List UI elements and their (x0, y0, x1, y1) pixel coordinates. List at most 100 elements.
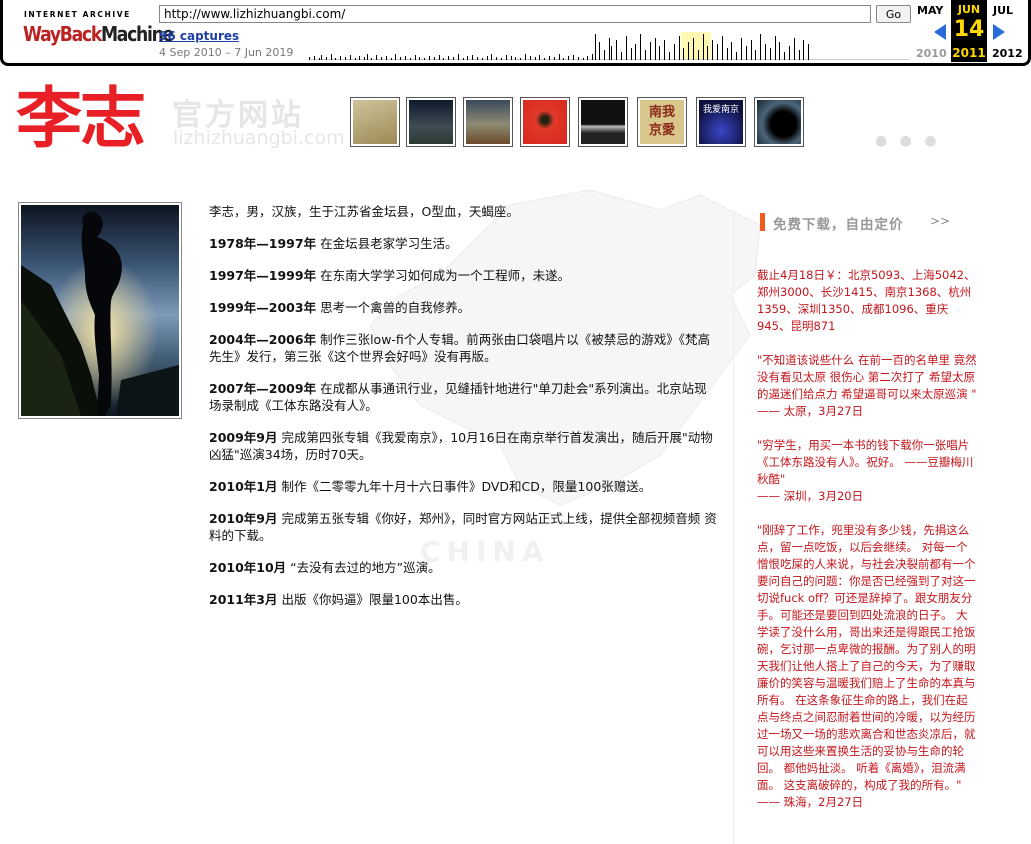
sparkline-bar (395, 54, 397, 60)
sparkline-bar (443, 58, 445, 60)
bio-entry: 2010年1月 制作《二零零九年十月十六日事件》DVD和CD，限量100张赠送。 (209, 479, 652, 494)
sparkline-bar (640, 34, 642, 60)
sparkline-bar (448, 56, 450, 60)
sparkline-bar (582, 58, 584, 60)
sparkline-bar (568, 56, 570, 60)
prev-capture-arrow-icon[interactable] (934, 24, 946, 40)
sparkline-bar (405, 56, 406, 60)
sparkline-bar (419, 57, 421, 60)
sparkline-bar (604, 50, 606, 60)
capture-sparkline[interactable] (309, 32, 909, 60)
bio-entry: 1997年—1999年 在东南大学学习如何成为一个工程师，未遂。 (209, 268, 571, 283)
bio-section: 李志，男，汉族，生于江苏省金坛县，O型血，天蝎座。 1978年—1997年 在金… (209, 203, 719, 623)
album-thumb-6[interactable]: 南我 京愛 (637, 97, 687, 147)
album-thumb-3[interactable] (463, 97, 513, 147)
sparkline-bar (630, 48, 632, 60)
sparkline-bar (736, 52, 738, 60)
sparkline-bar (654, 38, 656, 60)
sparkline-bar (659, 46, 661, 60)
sparkline-bar (366, 54, 368, 60)
album-thumb-8[interactable] (754, 97, 804, 147)
sparkline-bar (774, 36, 776, 60)
album-thumb-4[interactable] (520, 97, 570, 147)
capture-date-range: 4 Sep 2010 – 7 Jun 2019 (159, 46, 294, 59)
prev-year-label[interactable]: 2010 (916, 47, 947, 60)
sparkline-bar (808, 44, 810, 60)
album-thumb-1[interactable] (350, 97, 400, 147)
sparkline-bar (731, 42, 733, 60)
free-download-title[interactable]: 免费下载，自由定价 (773, 213, 904, 233)
more-link[interactable]: >> (930, 214, 950, 228)
current-day: 14 (953, 17, 985, 42)
sparkline-bar (750, 40, 752, 60)
sparkline-bar (505, 55, 507, 60)
sparkline-bar (501, 58, 502, 60)
sparkline-bar (625, 36, 627, 60)
sparkline-bar (414, 55, 416, 60)
sparkline-bar (520, 58, 522, 60)
prev-month-label[interactable]: MAY (917, 4, 943, 17)
site-title[interactable]: 李志 (16, 78, 146, 158)
sparkline-bar (321, 55, 322, 60)
sparkline-bar (462, 58, 464, 60)
bio-entry: 2010年10月 “去没有去过的地方”巡演。 (209, 560, 441, 575)
sparkline-bar (345, 57, 346, 60)
bio-entry: 1978年—1997年 在金坛县老家学习生活。 (209, 236, 458, 251)
internet-archive-label: INTERNET ARCHIVE (24, 10, 131, 19)
sparkline-bar (741, 38, 742, 60)
next-year-label[interactable]: 2012 (992, 47, 1023, 60)
quote-signature: —— 深圳，3月20日 (757, 489, 864, 503)
bio-entry: 2011年3月 出版《你妈逼》限量100本出售。 (209, 592, 468, 607)
sparkline-bar (755, 50, 757, 60)
sparkline-bar (798, 50, 800, 60)
album-thumb-7[interactable]: 我爱南京 (696, 97, 746, 147)
sparkline-bar (496, 57, 498, 60)
captures-link[interactable]: 96 captures (159, 29, 239, 43)
sparkline-bar (697, 50, 699, 60)
bio-entry: 2009年9月 完成第四张专辑《我爱南京》，10月16日在南京举行首发演出，随后… (209, 430, 713, 462)
sparkline-bar (592, 54, 594, 60)
next-month-label[interactable]: JUL (993, 4, 1013, 17)
sparkline-bar (529, 56, 531, 60)
sparkline-bar (486, 56, 488, 60)
sparkline-bar (673, 44, 675, 60)
sparkline-bar (400, 57, 402, 60)
sparkline-bar (371, 58, 373, 60)
sparkline-bar (664, 40, 666, 60)
sparkline-bar (544, 58, 546, 60)
sparkline-bar (594, 34, 596, 60)
sparkline-bar (309, 57, 310, 60)
sparkline-bar (549, 56, 550, 60)
go-button[interactable]: Go (876, 5, 911, 23)
sparkline-bar (721, 36, 723, 60)
sparkline-bar (553, 57, 555, 60)
wayback-logo[interactable]: INTERNET ARCHIVE WayBackMachine (21, 8, 174, 52)
bio-entry: 1999年—2003年 思考一个禽兽的自我修养。 (209, 300, 471, 315)
sparkline-bar (354, 58, 356, 60)
bio-entry: 2010年9月 完成第五张专辑《你好，郑州》，同时官方网站正式上线，提供全部视频… (209, 511, 717, 543)
sparkline-bar (472, 55, 474, 60)
sparkline-bar (534, 57, 536, 60)
fan-quote: "穷学生，用买一本书的钱下载你一张唱片《工体东路没有人》。祝好。 ——豆瓣梅川秋… (757, 437, 979, 505)
album-thumb-5[interactable] (578, 97, 628, 147)
sparkline-bar (318, 58, 320, 60)
sparkline-bar (467, 56, 469, 60)
sparkline-bar (645, 50, 646, 60)
wayback-toolbar: INTERNET ARCHIVE WayBackMachine Go 96 ca… (0, 0, 1031, 66)
wayback-url-input[interactable] (159, 5, 871, 23)
sparkline-bar (793, 38, 795, 60)
site-domain: lizhizhuangbi.com (173, 127, 345, 149)
header-accent-bar (760, 213, 765, 231)
sparkline-bar (616, 40, 618, 60)
sparkline-bar (609, 38, 610, 60)
sparkline-bar (424, 58, 426, 60)
sparkline-bar (376, 55, 378, 60)
sparkline-bar (702, 34, 704, 60)
album-thumb-2[interactable] (406, 97, 456, 147)
current-capture-date: JUN 14 2011 (951, 0, 987, 62)
sparkline-bar (558, 54, 560, 60)
next-capture-arrow-icon[interactable] (993, 24, 1005, 40)
sparkline-bar (688, 42, 690, 60)
sparkline-bar (745, 46, 747, 60)
carousel-dots[interactable]: ● ● ● (875, 133, 941, 149)
